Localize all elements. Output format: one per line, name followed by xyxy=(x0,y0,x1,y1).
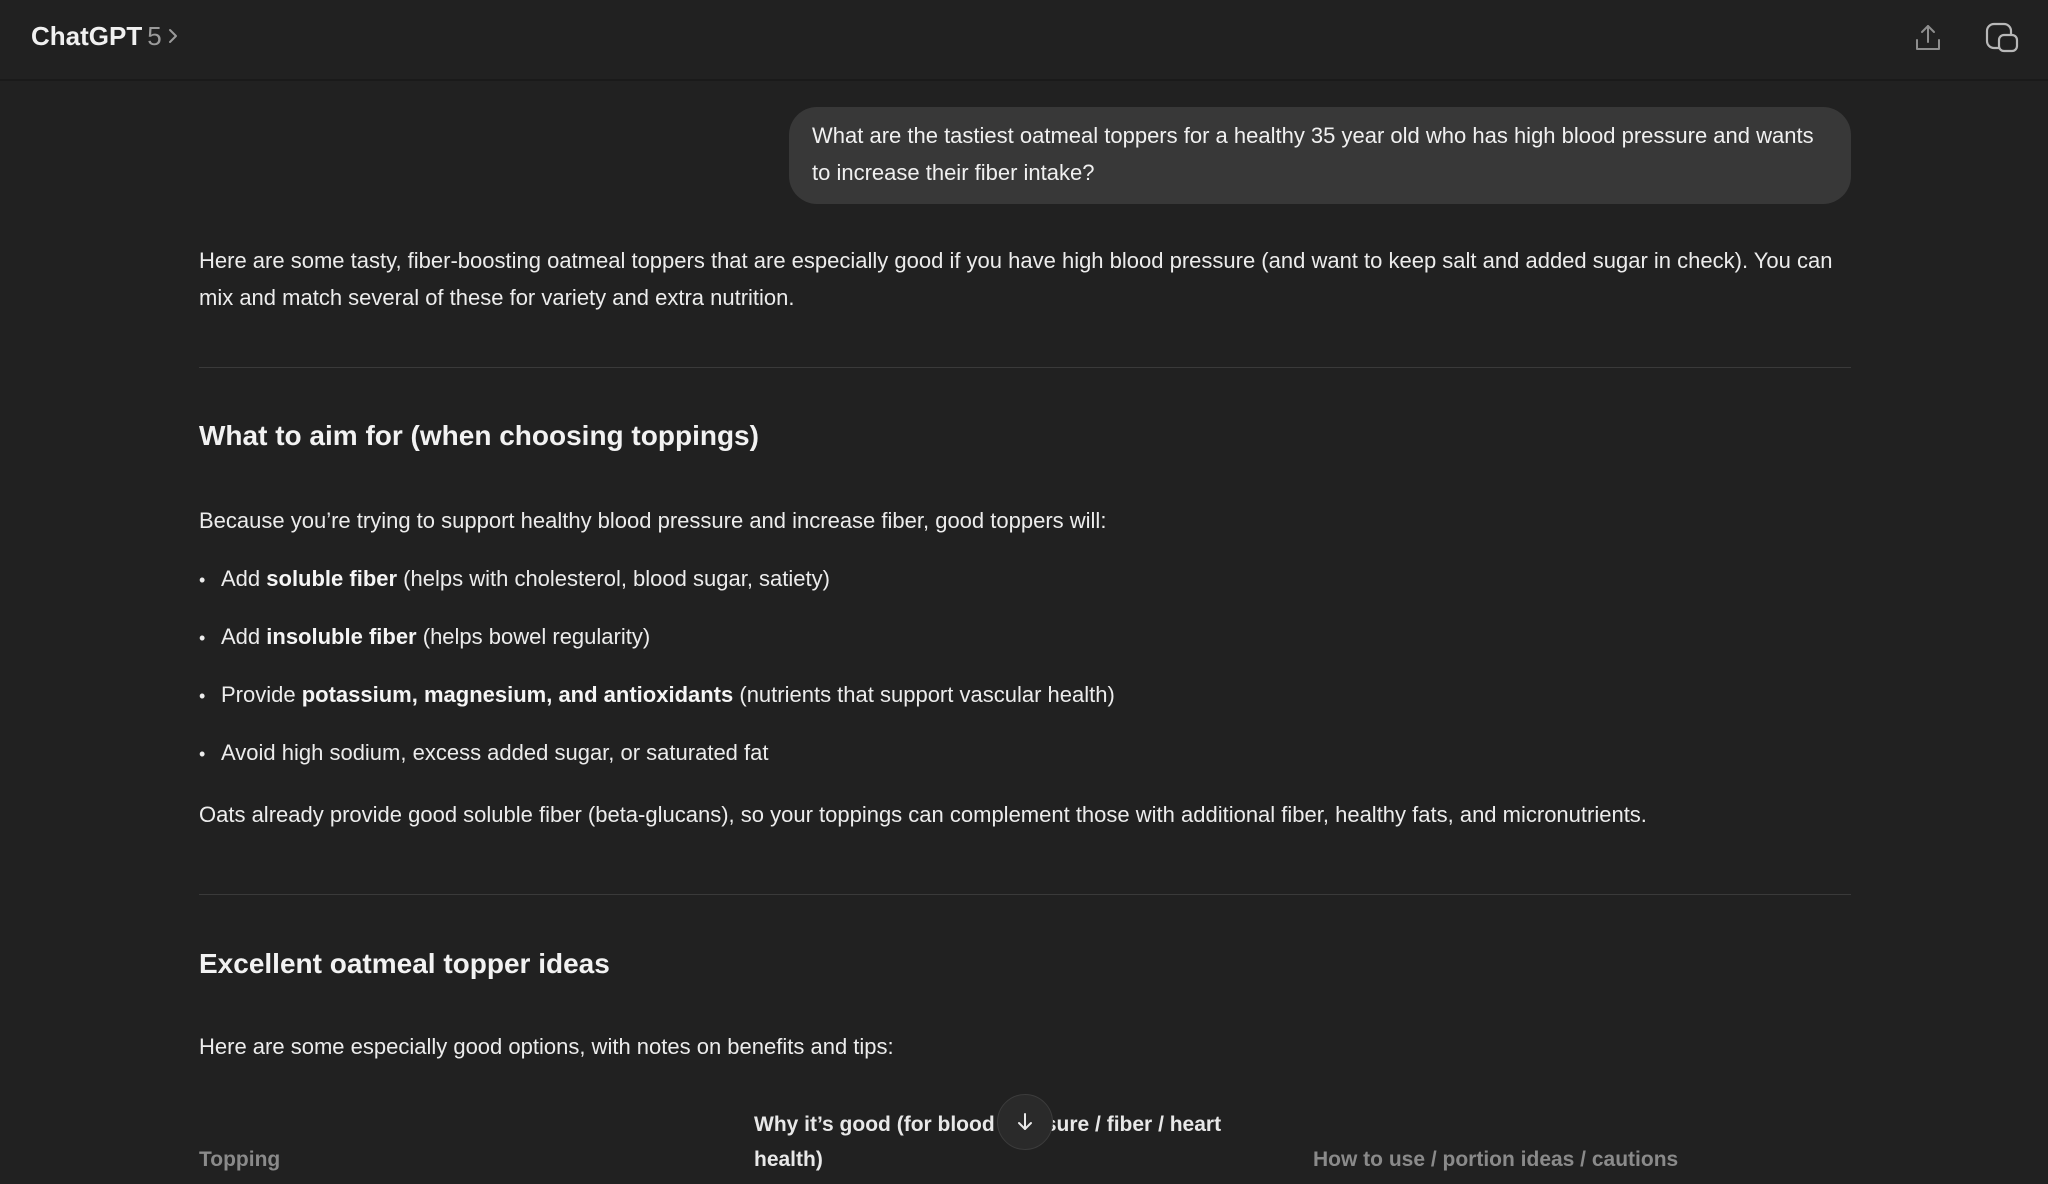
list-item: • Add insoluble fiber (helps bowel regula… xyxy=(199,624,651,649)
divider xyxy=(199,367,1851,368)
section-lead: Here are some especially good options, w… xyxy=(199,1034,894,1059)
table-header-how: How to use / portion ideas / cautions xyxy=(1313,1148,1679,1171)
arrow-down-icon xyxy=(1018,1113,1032,1130)
scroll-to-bottom-button[interactable] xyxy=(997,1094,1053,1150)
model-version: 5 xyxy=(147,20,162,51)
app-name: ChatGPT xyxy=(31,20,143,51)
user-message-bubble: What are the tastiest oatmeal toppers fo… xyxy=(789,107,1851,204)
section-lead: Because you’re trying to support healthy… xyxy=(199,508,1107,533)
table-header-topping: Topping xyxy=(199,1148,281,1171)
list-item: • Add soluble fiber (helps with cholester… xyxy=(199,566,830,591)
response-intro: Here are some tasty, fiber-boosting oatm… xyxy=(199,248,1833,310)
section-heading-ideas: Excellent oatmeal topper ideas xyxy=(199,948,610,979)
list-item: • Avoid high sodium, excess added sugar, … xyxy=(199,740,769,765)
share-icon[interactable] xyxy=(1908,18,1948,58)
divider xyxy=(199,894,1851,895)
new-chat-icon[interactable] xyxy=(1982,18,2022,58)
user-message-text: What are the tastiest oatmeal toppers fo… xyxy=(812,123,1814,185)
section-closing: Oats already provide good soluble fiber … xyxy=(199,802,1647,827)
list-item: • Provide potassium, magnesium, and antio… xyxy=(199,682,1115,707)
top-bar: ChatGPT 5 xyxy=(0,0,2048,81)
chevron-right-icon xyxy=(168,29,177,43)
conversation: What are the tastiest oatmeal toppers fo… xyxy=(0,82,2048,1184)
model-switcher-button[interactable]: ChatGPT 5 xyxy=(31,19,180,53)
section-heading-aim: What to aim for (when choosing toppings) xyxy=(199,420,759,451)
